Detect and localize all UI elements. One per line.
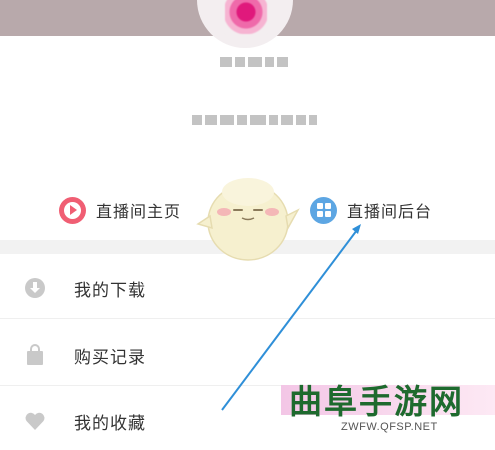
avatar-image-pixelated xyxy=(225,0,267,34)
download-icon xyxy=(25,278,45,298)
play-icon xyxy=(59,196,86,224)
watermark-title: 曲阜手游网 xyxy=(289,382,464,421)
mascot-sticker xyxy=(196,178,300,261)
live-backend-label: 直播间后台 xyxy=(347,202,433,221)
menu-item-downloads[interactable]: 我的下载 xyxy=(0,259,495,317)
heart-icon xyxy=(25,412,45,430)
username-blurred xyxy=(220,57,288,67)
menu-item-label: 我的收藏 xyxy=(74,413,146,434)
live-home-button[interactable]: 直播间主页 xyxy=(59,194,181,226)
menu-item-label: 购买记录 xyxy=(74,347,146,368)
user-id-blurred xyxy=(192,115,317,125)
live-backend-button[interactable]: 直播间后台 xyxy=(310,194,432,226)
site-watermark: 曲阜手游网 ZWFW.QFSP.NET xyxy=(281,377,495,437)
bag-icon xyxy=(27,344,43,365)
grid-icon xyxy=(310,196,337,224)
watermark-url: ZWFW.QFSP.NET xyxy=(341,421,438,433)
menu-separator xyxy=(0,318,495,319)
menu-item-label: 我的下载 xyxy=(74,280,146,301)
live-home-label: 直播间主页 xyxy=(96,202,182,221)
